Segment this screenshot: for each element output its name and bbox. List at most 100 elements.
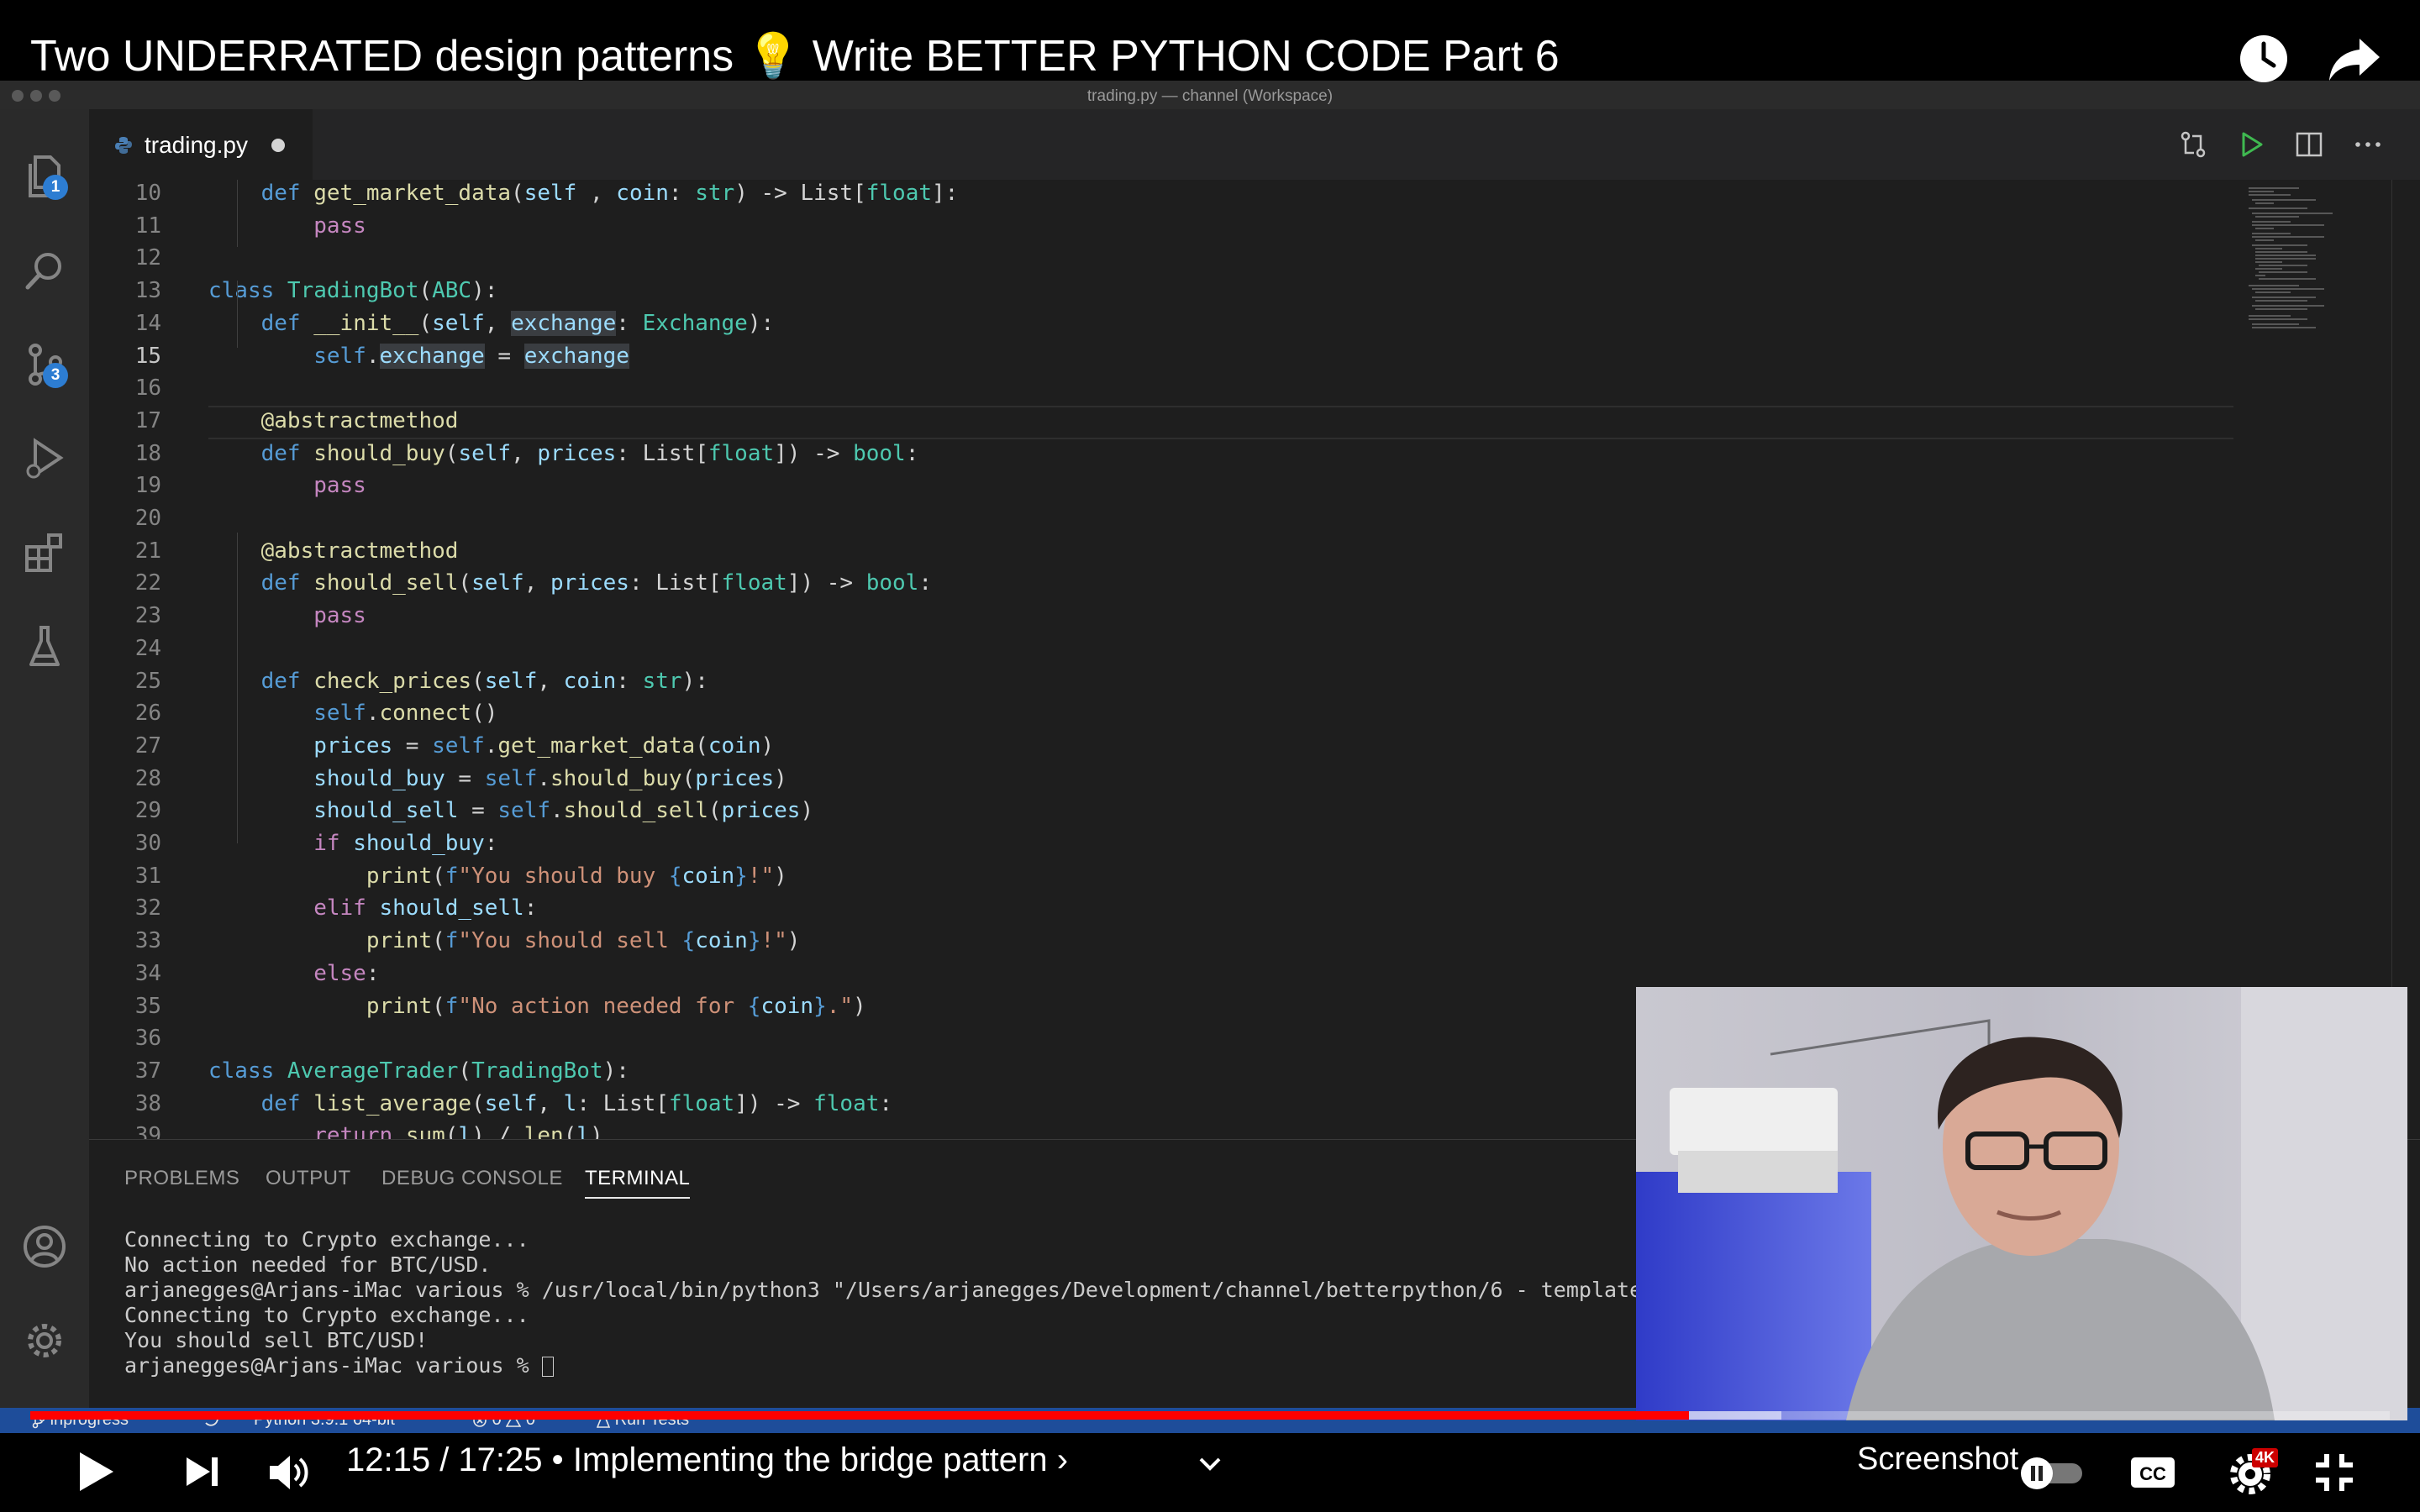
captions-button[interactable]: CC: [2126, 1450, 2180, 1495]
run-file-button[interactable]: [2233, 126, 2270, 163]
open-changes-button[interactable]: [2175, 126, 2212, 163]
code-token: "No action needed for: [458, 993, 748, 1019]
code-line[interactable]: 18 def should_buy(self, prices: List[flo…: [89, 438, 2240, 470]
video-progress-bar[interactable]: [0, 1411, 2420, 1420]
video-title[interactable]: Two UNDERRATED design patterns 💡 Write B…: [30, 30, 1560, 81]
code-token: f: [445, 863, 459, 889]
code-line[interactable]: 17 @abstractmethod: [89, 405, 2240, 438]
code-token: float: [708, 440, 775, 466]
exit-fullscreen-button[interactable]: [2309, 1448, 2360, 1497]
volume-button[interactable]: [264, 1446, 316, 1499]
webcam-overlay: [1636, 987, 2407, 1420]
explorer-button[interactable]: 1: [19, 151, 70, 202]
line-number: 12: [134, 245, 161, 271]
source-control-button[interactable]: 3: [19, 339, 70, 390]
code-text: if should_buy:: [208, 827, 497, 860]
code-line[interactable]: 34 else:: [89, 958, 2240, 990]
code-token: def: [208, 570, 314, 596]
terminal-line: Connecting to Crypto exchange...: [124, 1303, 529, 1327]
code-token: TradingBot: [287, 278, 419, 304]
code-line[interactable]: 30 if should_buy:: [89, 827, 2240, 860]
code-token: print: [208, 863, 433, 889]
pause-toggle[interactable]: [2018, 1455, 2086, 1492]
play-button[interactable]: [71, 1446, 121, 1497]
line-number: 39: [134, 1123, 161, 1139]
code-line[interactable]: 10 def get_market_data(self , coin: str)…: [89, 180, 2240, 210]
code-text: print(f"No action needed for {coin}."): [208, 990, 866, 1023]
code-text: @abstractmethod: [208, 535, 459, 568]
code-token: ):: [602, 1058, 629, 1084]
chapter-chevron-icon: ›: [1056, 1441, 1069, 1478]
next-button[interactable]: [178, 1448, 225, 1495]
extensions-icon: [25, 533, 62, 572]
code-text: class AverageTrader(TradingBot):: [208, 1055, 629, 1088]
code-line[interactable]: 20: [89, 502, 2240, 535]
code-line[interactable]: 15 self.exchange = exchange: [89, 340, 2240, 373]
code-token: ): [786, 928, 801, 954]
search-button[interactable]: [19, 245, 70, 296]
code-line[interactable]: 32 elif should_sell:: [89, 892, 2240, 925]
code-line[interactable]: 24: [89, 633, 2240, 665]
code-token: ) /: [471, 1123, 524, 1139]
code-text: class TradingBot(ABC):: [208, 275, 497, 307]
code-line[interactable]: 13 class TradingBot(ABC):: [89, 275, 2240, 307]
code-line[interactable]: 25 def check_prices(self, coin: str):: [89, 665, 2240, 698]
testing-button[interactable]: [19, 622, 70, 672]
code-line[interactable]: 26 self.connect(): [89, 697, 2240, 730]
tab-trading-py[interactable]: trading.py: [89, 109, 313, 180]
tab-debug-console[interactable]: DEBUG CONSOLE: [381, 1167, 563, 1190]
code-token: self: [471, 570, 524, 596]
manage-button[interactable]: [19, 1315, 70, 1366]
code-line[interactable]: 27 prices = self.get_market_data(coin): [89, 730, 2240, 763]
unsaved-dot-icon[interactable]: [271, 139, 285, 152]
expand-chapters-button[interactable]: [1193, 1452, 1227, 1477]
code-token: coin: [563, 668, 617, 694]
code-line[interactable]: 31 print(f"You should buy {coin}!"): [89, 860, 2240, 893]
code-token: class: [208, 1058, 287, 1084]
tab-output[interactable]: OUTPUT: [266, 1167, 351, 1190]
settings-button[interactable]: 4K: [2218, 1446, 2286, 1499]
code-text: return sum(l) / len(l): [208, 1120, 602, 1139]
code-line[interactable]: 14 def __init__(self, exchange: Exchange…: [89, 307, 2240, 340]
code-line[interactable]: 16: [89, 372, 2240, 405]
code-token: ]) ->: [786, 570, 866, 596]
more-actions-button[interactable]: [2349, 126, 2386, 163]
accounts-button[interactable]: [19, 1221, 70, 1272]
volume-icon: [270, 1456, 308, 1489]
code-token: pass: [208, 603, 366, 629]
code-line[interactable]: 12: [89, 242, 2240, 275]
code-line[interactable]: 21 @abstractmethod: [89, 535, 2240, 568]
time-display: 12:15 / 17:25: [346, 1441, 543, 1478]
tab-terminal[interactable]: TERMINAL: [585, 1167, 691, 1199]
extensions-button[interactable]: [19, 528, 70, 578]
code-token: @abstractmethod: [208, 407, 459, 433]
code-line[interactable]: 19 pass: [89, 470, 2240, 502]
line-number: 38: [134, 1090, 161, 1116]
watch-later-button[interactable]: [2237, 32, 2291, 86]
next-icon: [187, 1457, 218, 1486]
code-line[interactable]: 29 should_sell = self.should_sell(prices…: [89, 795, 2240, 827]
line-number: 10: [134, 181, 161, 206]
run-debug-button[interactable]: [19, 433, 70, 484]
tab-problems[interactable]: PROBLEMS: [124, 1167, 239, 1190]
code-line[interactable]: 28 should_buy = self.should_buy(prices): [89, 763, 2240, 795]
code-line[interactable]: 11 pass: [89, 210, 2240, 243]
progress-played: [30, 1411, 1690, 1420]
code-line[interactable]: 33 print(f"You should sell {coin}!"): [89, 925, 2240, 958]
code-text: def get_market_data(self , coin: str) ->…: [208, 180, 959, 210]
terminal-prompt[interactable]: arjanegges@Arjans-iMac various %: [124, 1353, 554, 1378]
code-line[interactable]: 22 def should_sell(self, prices: List[fl…: [89, 567, 2240, 600]
search-icon: [25, 253, 61, 290]
chapter-bar[interactable]: 12:15 / 17:25 • Implementing the bridge …: [346, 1441, 1068, 1479]
code-token: ) -> List[: [734, 181, 866, 206]
share-button[interactable]: [2328, 32, 2381, 86]
code-token: def: [208, 310, 314, 336]
python-file-icon: [115, 137, 132, 154]
chapter-title: Implementing the bridge pattern: [572, 1441, 1048, 1478]
split-editor-button[interactable]: [2291, 126, 2328, 163]
code-line[interactable]: 23 pass: [89, 600, 2240, 633]
code-text: should_buy = self.should_buy(prices): [208, 763, 787, 795]
code-token: f: [445, 993, 459, 1019]
code-token: prices: [550, 570, 629, 596]
code-token: coin: [695, 928, 748, 954]
